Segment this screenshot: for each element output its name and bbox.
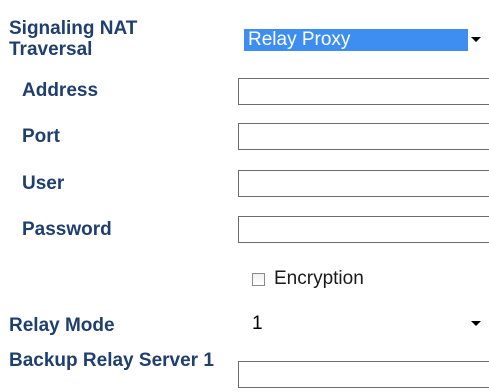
relay-mode-label: Relay Mode [9,315,115,336]
password-field[interactable] [238,216,489,243]
backup-relay-server-label: Backup Relay Server 1 [9,350,214,371]
port-field[interactable] [238,123,489,150]
port-label: Port [22,126,60,147]
signaling-nat-traversal-label: Signaling NAT Traversal [9,18,138,60]
signaling-nat-traversal-select[interactable]: Relay Proxy [238,26,489,54]
relay-mode-select[interactable]: 1 [238,310,489,338]
user-label: User [22,173,65,194]
backup-relay-server-field[interactable] [238,361,489,388]
encryption-label: Encryption [274,268,364,289]
relay-mode-value: 1 [252,313,263,334]
encryption-checkbox[interactable] [252,272,265,286]
user-field[interactable] [238,170,489,197]
address-label: Address [22,80,99,101]
password-label: Password [22,219,112,240]
address-field[interactable] [238,78,489,105]
signaling-nat-traversal-value: Relay Proxy [244,29,468,51]
chevron-down-icon [471,37,481,42]
encryption-option[interactable]: Encryption [252,267,364,291]
chevron-down-icon [471,321,481,326]
